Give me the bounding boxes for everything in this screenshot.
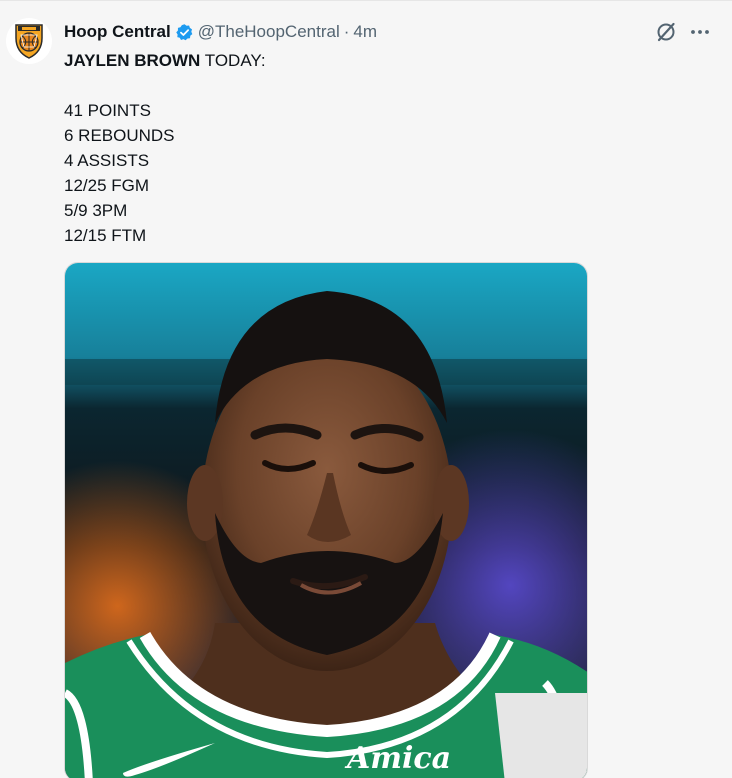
timestamp[interactable]: 4m: [353, 22, 377, 42]
stat-line-assists: 4 ASSISTS: [64, 151, 150, 170]
stat-line-fgm: 12/25 FGM: [64, 176, 150, 195]
player-photo-illustration: Amica: [65, 263, 587, 778]
tweet-photo[interactable]: Amica: [64, 262, 588, 778]
headline-player-name: JAYLEN BROWN: [64, 51, 201, 70]
separator-dot: ·: [343, 22, 350, 41]
headline: JAYLEN BROWN TODAY:: [64, 48, 266, 73]
jersey-sponsor-text: Amica: [344, 741, 451, 776]
author-name[interactable]: Hoop Central: [64, 22, 171, 42]
author-handle[interactable]: @TheHoopCentral: [198, 22, 340, 42]
grok-icon[interactable]: [654, 20, 678, 44]
divider: [0, 0, 732, 1]
tweet-header: Hoop Central @TheHoopCentral · 4m: [64, 21, 377, 43]
headline-rest: TODAY:: [200, 51, 266, 70]
stat-line-3pm: 5/9 3PM: [64, 201, 128, 220]
stat-line-points: 41 POINTS: [64, 101, 151, 120]
stat-line-rebounds: 6 REBOUNDS: [64, 126, 175, 145]
tweet-card[interactable]: Hoop Central @TheHoopCentral · 4m JAYLEN…: [0, 0, 732, 778]
more-options-icon[interactable]: [688, 20, 712, 44]
verified-badge-icon: [175, 23, 194, 42]
stat-line-ftm: 12/15 FTM: [64, 226, 147, 245]
avatar[interactable]: [6, 18, 52, 64]
hoop-central-logo-icon: [15, 24, 43, 59]
tweet-text: JAYLEN BROWN TODAY: 41 POINTS 6 REBOUNDS…: [64, 48, 266, 248]
